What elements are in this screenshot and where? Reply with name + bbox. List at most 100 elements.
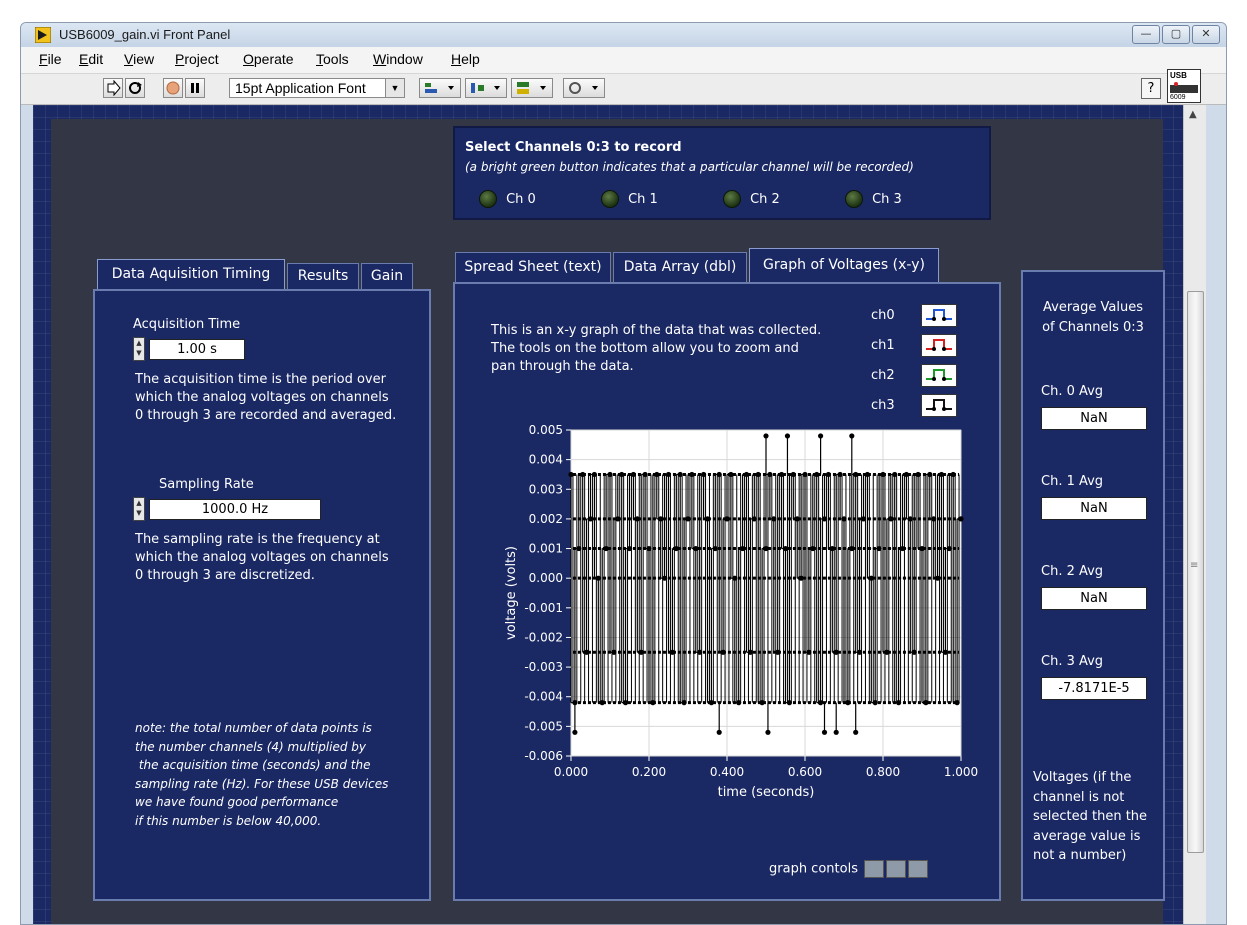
- sampling-rate-input[interactable]: 1000.0 Hz: [149, 499, 321, 520]
- left-tab-page: Acquisition Time ▲ ▼ 1.00 s The acquisiti…: [93, 289, 431, 901]
- vertical-scrollbar[interactable]: ▲ ≡: [1183, 105, 1206, 924]
- abort-button[interactable]: [163, 78, 183, 98]
- channel-0-button[interactable]: Ch 0: [479, 188, 536, 208]
- channel-2-button[interactable]: Ch 2: [723, 188, 780, 208]
- align-objects-button[interactable]: [419, 78, 461, 98]
- cursor-move-tool-button[interactable]: [864, 860, 885, 878]
- run-continuously-button[interactable]: [125, 78, 145, 98]
- data-point: [790, 471, 796, 478]
- menu-operate[interactable]: Operate: [243, 51, 294, 67]
- data-point: [662, 575, 668, 581]
- acquisition-desc-line: 0 through 3 are recorded and averaged.: [135, 408, 397, 423]
- data-point: [724, 516, 730, 522]
- data-point: [954, 700, 960, 706]
- average-note-line: selected then the: [1033, 809, 1148, 824]
- data-point: [615, 516, 621, 522]
- sampling-rate-label: Sampling Rate: [159, 477, 254, 492]
- y-tick-label: -0.002: [524, 630, 563, 644]
- data-point: [779, 471, 785, 478]
- plot-ch2-button[interactable]: [921, 364, 957, 387]
- run-arrow-button[interactable]: [103, 78, 123, 98]
- menu-tools[interactable]: Tools: [316, 51, 349, 67]
- data-point: [634, 516, 640, 522]
- pan-hand-tool-button[interactable]: [908, 860, 929, 878]
- pause-button[interactable]: [185, 78, 205, 98]
- sampling-rate-stepper[interactable]: ▲ ▼: [133, 497, 145, 521]
- plot-ch1-button[interactable]: [921, 334, 957, 357]
- plot-ch0-button[interactable]: [921, 304, 957, 327]
- tab-gain[interactable]: Gain: [361, 263, 413, 289]
- graph-description: This is an x-y graph of the data that wa…: [491, 322, 821, 376]
- scroll-up-arrow-icon[interactable]: ▲: [1189, 109, 1197, 120]
- scrollbar-thumb[interactable]: [1187, 291, 1204, 853]
- channel-3-button[interactable]: Ch 3: [845, 188, 902, 208]
- data-point: [755, 471, 761, 478]
- data-point: [814, 471, 820, 478]
- data-point: [919, 545, 925, 552]
- spike-point: [853, 729, 859, 735]
- average-values-cluster: Average Values of Channels 0:3 Ch. 0 Avg…: [1021, 270, 1165, 901]
- y-tick-label: 0.001: [529, 542, 563, 556]
- note-line: if this number is below 40,000.: [135, 813, 322, 828]
- acquisition-time-input[interactable]: 1.00 s: [149, 339, 245, 360]
- chevron-down-icon: ▼: [385, 79, 404, 97]
- distribute-objects-icon: [471, 83, 500, 93]
- vi-icon-line2: 6009: [1170, 94, 1186, 101]
- voltage-xy-graph[interactable]: 0.005 0.004 0.003 0.002 0.001 0.000 -0.001 -0.0…: [455, 424, 999, 834]
- data-point: [736, 700, 742, 706]
- data-point: [611, 649, 617, 655]
- data-point: [665, 471, 672, 478]
- menu-project[interactable]: Project: [175, 51, 219, 67]
- tab-data-array[interactable]: Data Array (dbl): [613, 252, 747, 282]
- y-tick-label: -0.004: [524, 690, 563, 704]
- data-point: [626, 545, 633, 552]
- data-point: [857, 649, 863, 655]
- ch3-avg-label: Ch. 3 Avg: [1041, 654, 1104, 669]
- data-point: [950, 471, 956, 478]
- x-tick-label: 0.200: [632, 765, 666, 779]
- tab-results[interactable]: Results: [287, 263, 359, 289]
- data-point: [584, 649, 590, 655]
- zoom-tool-button[interactable]: [886, 860, 907, 878]
- data-point: [720, 649, 726, 655]
- minimize-button[interactable]: —: [1132, 25, 1160, 44]
- data-point: [942, 649, 948, 655]
- context-help-button[interactable]: ?: [1141, 78, 1161, 99]
- labview-window: USB6009_gain.vi Front Panel — ▢ ✕ File E…: [20, 22, 1227, 925]
- led-indicator-icon: [845, 189, 863, 208]
- channel-1-label: Ch 1: [628, 192, 658, 207]
- ch2-avg-display: NaN: [1041, 587, 1147, 610]
- note-line: the number channels (4) multiplied by: [135, 739, 367, 754]
- channel-1-button[interactable]: Ch 1: [601, 188, 658, 208]
- reorder-button[interactable]: [563, 78, 605, 98]
- tab-spread-sheet[interactable]: Spread Sheet (text): [455, 252, 611, 282]
- ch1-avg-display: NaN: [1041, 497, 1147, 520]
- data-point: [810, 545, 816, 552]
- x-tick-label: 1.000: [944, 765, 978, 779]
- legend-ch2-label: ch2: [871, 368, 895, 383]
- data-point: [802, 471, 808, 478]
- acquisition-time-stepper[interactable]: ▲ ▼: [133, 337, 145, 361]
- close-button[interactable]: ✕: [1192, 25, 1220, 44]
- distribute-objects-button[interactable]: [465, 78, 507, 98]
- data-point: [946, 545, 952, 552]
- menu-view[interactable]: View: [124, 51, 154, 67]
- data-point: [708, 700, 714, 706]
- reorder-icon: [569, 82, 598, 94]
- data-point: [767, 471, 773, 478]
- menu-window[interactable]: Window: [373, 51, 423, 67]
- data-point: [623, 700, 629, 706]
- maximize-button[interactable]: ▢: [1162, 25, 1190, 44]
- tab-graph-of-voltages[interactable]: Graph of Voltages (x-y): [749, 248, 939, 282]
- font-selector[interactable]: 15pt Application Font ▼: [229, 78, 405, 98]
- plot-ch3-button[interactable]: [921, 394, 957, 417]
- spike-point: [833, 729, 839, 735]
- resize-objects-button[interactable]: [511, 78, 553, 98]
- note-line: the acquisition time (seconds) and the: [135, 758, 371, 772]
- align-objects-icon: [425, 83, 454, 93]
- menu-file[interactable]: File: [39, 51, 62, 67]
- menu-help[interactable]: Help: [451, 51, 480, 67]
- menu-edit[interactable]: Edit: [79, 51, 103, 67]
- tab-data-acquisition-timing[interactable]: Data Aquisition Timing: [97, 259, 285, 289]
- spike-point: [716, 729, 722, 735]
